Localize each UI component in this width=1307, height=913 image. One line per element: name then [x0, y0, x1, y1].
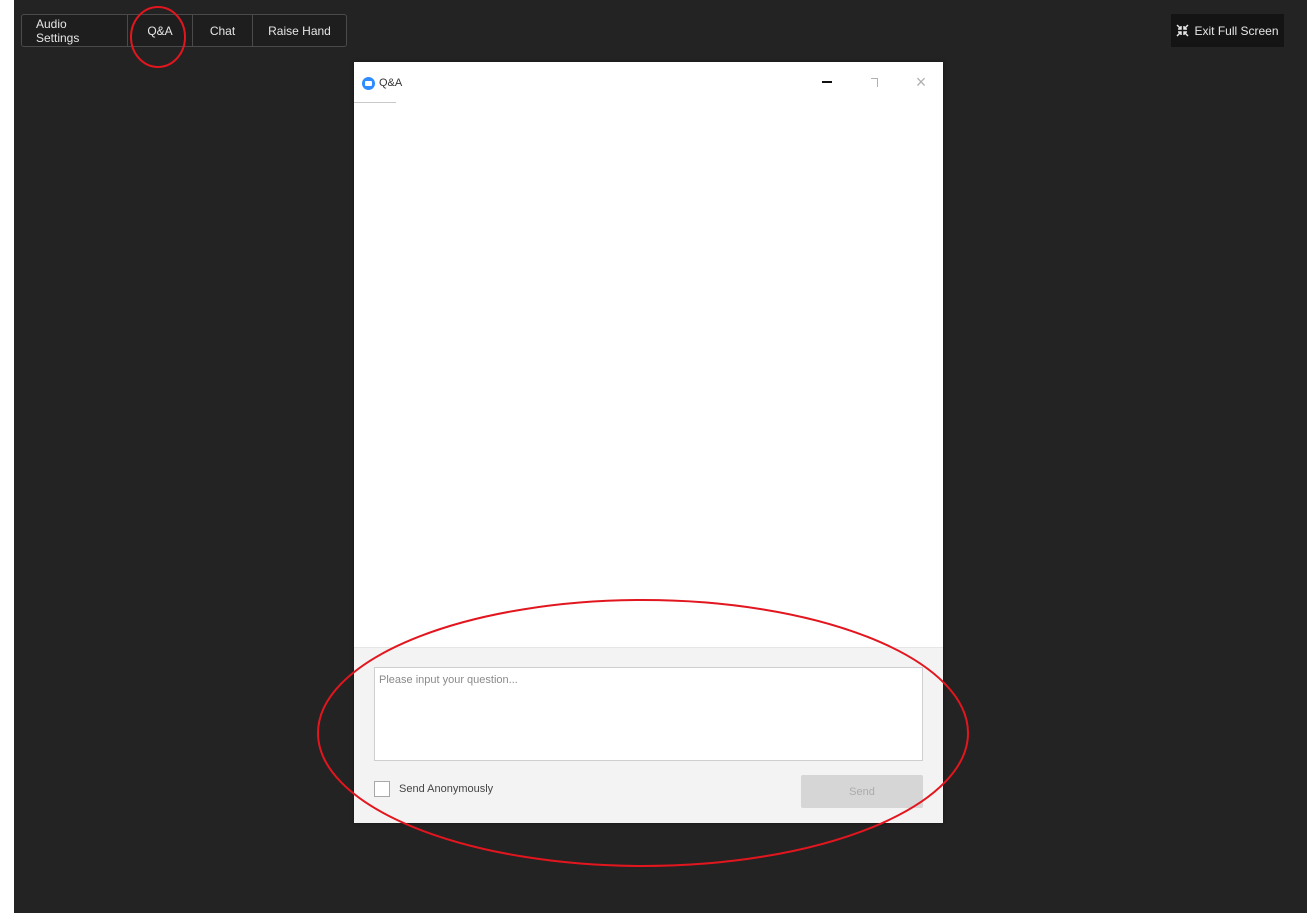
maximize-icon [870, 77, 878, 87]
minimize-icon [822, 81, 832, 83]
qa-button[interactable]: Q&A [128, 15, 193, 46]
qa-window: Q&A × Send Anonymously Send [354, 62, 943, 823]
send-anonymously-checkbox[interactable] [374, 781, 390, 797]
qa-message-area [354, 104, 943, 647]
exit-full-screen-label: Exit Full Screen [1194, 23, 1279, 38]
exit-full-screen-button[interactable]: Exit Full Screen [1171, 14, 1284, 47]
title-tab-underline [354, 102, 396, 103]
qa-titlebar[interactable]: Q&A × [354, 62, 943, 104]
send-anonymously-label[interactable]: Send Anonymously [399, 783, 493, 795]
maximize-button[interactable] [859, 70, 889, 94]
chat-button[interactable]: Chat [193, 15, 253, 46]
meeting-toolbar: Audio Settings Q&A Chat Raise Hand [21, 14, 347, 47]
qa-window-title: Q&A [379, 77, 403, 89]
question-input[interactable] [374, 667, 923, 761]
zoom-logo-icon [362, 76, 375, 90]
send-button[interactable]: Send [801, 775, 923, 808]
send-anonymously-row: Send Anonymously [374, 781, 493, 797]
collapse-arrows-icon [1176, 24, 1190, 37]
close-button[interactable]: × [906, 70, 936, 94]
question-composer: Send Anonymously Send [354, 647, 943, 823]
minimize-button[interactable] [812, 70, 842, 94]
close-icon: × [915, 72, 927, 92]
raise-hand-button[interactable]: Raise Hand [253, 15, 346, 46]
audio-settings-button[interactable]: Audio Settings [22, 15, 128, 46]
